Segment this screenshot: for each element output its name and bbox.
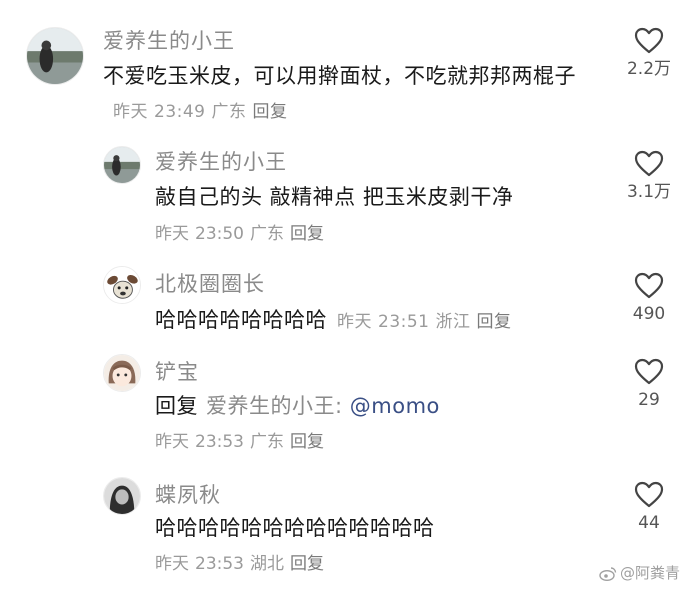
reply-prefix: 回复 bbox=[155, 394, 198, 418]
avatar-image bbox=[104, 355, 140, 391]
heart-outline-icon bbox=[634, 358, 664, 385]
avatar[interactable] bbox=[26, 27, 84, 85]
like-count: 44 bbox=[638, 513, 660, 533]
reply-button[interactable]: 回复 bbox=[290, 554, 324, 574]
avatar-image bbox=[104, 267, 140, 303]
comment-text: 不爱吃玉米皮，可以用擀面杖，不吃就邦邦两棍子昨天 23:49 广东 回复 bbox=[103, 59, 593, 127]
heart-outline-icon bbox=[634, 481, 664, 508]
mention-link[interactable]: @momo bbox=[350, 394, 440, 418]
username[interactable]: 爱养生的小王 bbox=[103, 27, 235, 55]
avatar[interactable] bbox=[103, 477, 141, 515]
avatar-image bbox=[104, 147, 140, 183]
like-count: 2.2万 bbox=[626, 59, 672, 79]
avatar[interactable] bbox=[103, 354, 141, 392]
username[interactable]: 爱养生的小王 bbox=[155, 148, 287, 176]
comment-location: 浙江 bbox=[435, 312, 471, 332]
heart-outline-icon bbox=[634, 150, 664, 177]
comment-location: 广东 bbox=[250, 224, 284, 244]
comment-time: 23:50 bbox=[195, 224, 244, 244]
comment-date: 昨天 bbox=[155, 554, 189, 574]
comment-text: 哈哈哈哈哈哈哈哈 昨天 23:51 浙江 回复 bbox=[155, 303, 595, 337]
comment-date: 昨天 bbox=[337, 312, 372, 332]
like-button[interactable]: 2.2万 bbox=[614, 27, 684, 80]
comment-date: 昨天 bbox=[155, 224, 189, 244]
like-count: 29 bbox=[638, 390, 660, 410]
weibo-icon bbox=[599, 566, 617, 585]
comment-time: 23:49 bbox=[154, 102, 206, 122]
heart-outline-icon bbox=[634, 272, 664, 299]
comment-location: 广东 bbox=[211, 102, 247, 122]
avatar-image bbox=[104, 478, 140, 514]
username[interactable]: 铲宝 bbox=[155, 358, 199, 386]
like-button[interactable]: 29 bbox=[614, 358, 684, 411]
username[interactable]: 北极圈圈长 bbox=[155, 270, 265, 298]
avatar[interactable] bbox=[103, 146, 141, 184]
watermark: @阿粪青 bbox=[599, 562, 680, 585]
comment-location: 湖北 bbox=[250, 554, 284, 574]
comment-text-body: 不爱吃玉米皮，可以用擀面杖，不吃就邦邦两棍子 bbox=[103, 64, 576, 88]
like-button[interactable]: 44 bbox=[614, 481, 684, 534]
username[interactable]: 蝶夙秋 bbox=[155, 481, 221, 509]
reply-button[interactable]: 回复 bbox=[290, 432, 324, 452]
comment-text: 哈哈哈哈哈哈哈哈哈哈哈哈哈 bbox=[155, 511, 595, 545]
reply-button[interactable]: 回复 bbox=[290, 224, 324, 244]
comment-meta: 昨天 23:49 广东 回复 bbox=[113, 102, 294, 122]
watermark-text: @阿粪青 bbox=[619, 564, 680, 582]
comment-time: 23:53 bbox=[195, 554, 244, 574]
comment-text: 回复 爱养生的小王: @momo bbox=[155, 389, 595, 423]
heart-outline-icon bbox=[634, 27, 664, 54]
comment-meta: 昨天 23:50 广东 回复 bbox=[155, 222, 330, 246]
comment-date: 昨天 bbox=[155, 432, 189, 452]
comment-meta: 昨天 23:51 浙江 回复 bbox=[337, 312, 518, 332]
comment-location: 广东 bbox=[250, 432, 284, 452]
comment-date: 昨天 bbox=[113, 102, 148, 122]
avatar-image bbox=[27, 28, 83, 84]
like-button[interactable]: 490 bbox=[614, 272, 684, 325]
reply-to-username[interactable]: 爱养生的小王: bbox=[206, 394, 343, 418]
comment-text-body: 哈哈哈哈哈哈哈哈 bbox=[155, 308, 327, 332]
comment-text: 敲自己的头 敲精神点 把玉米皮剥干净 bbox=[155, 180, 595, 214]
comment-meta: 昨天 23:53 湖北 回复 bbox=[155, 552, 330, 576]
comment-time: 23:53 bbox=[195, 432, 244, 452]
comment-text-body: 敲自己的头 敲精神点 把玉米皮剥干净 bbox=[155, 185, 514, 209]
avatar[interactable] bbox=[103, 266, 141, 304]
reply-button[interactable]: 回复 bbox=[477, 312, 512, 332]
comment-time: 23:51 bbox=[378, 312, 430, 332]
like-count: 3.1万 bbox=[626, 182, 672, 202]
comment-text-body: 哈哈哈哈哈哈哈哈哈哈哈哈哈 bbox=[155, 516, 435, 540]
reply-button[interactable]: 回复 bbox=[253, 102, 288, 122]
comment-meta: 昨天 23:53 广东 回复 bbox=[155, 430, 330, 454]
like-button[interactable]: 3.1万 bbox=[614, 150, 684, 203]
like-count: 490 bbox=[632, 304, 666, 324]
